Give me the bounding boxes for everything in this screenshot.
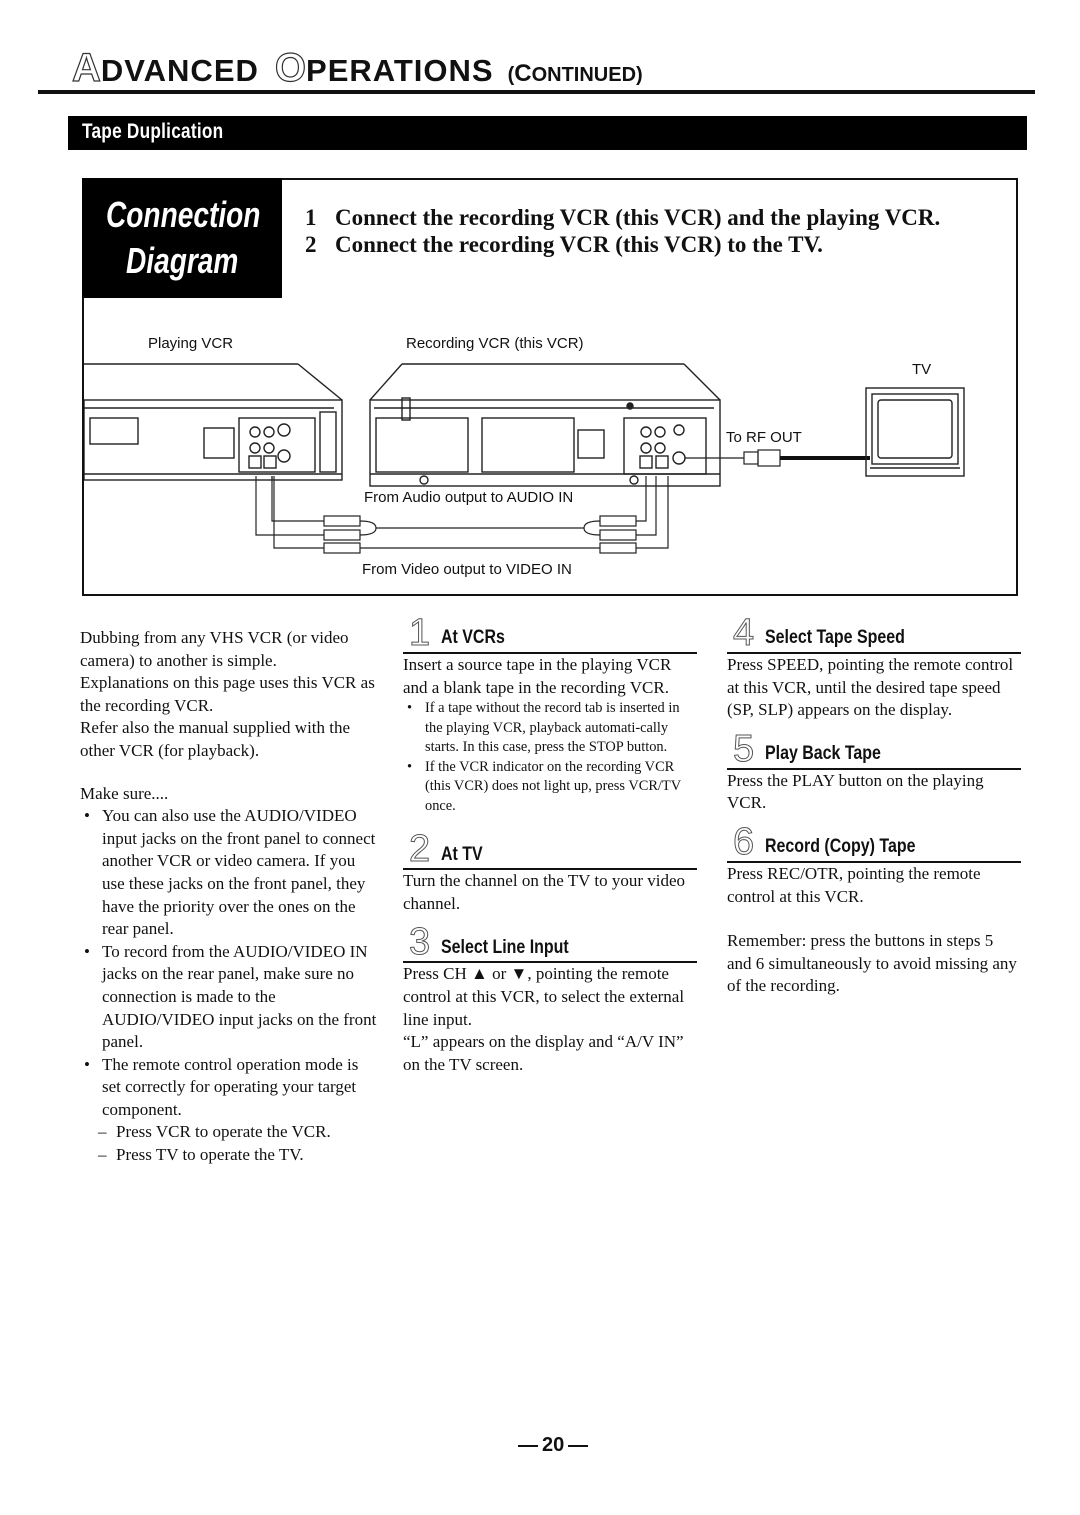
- section-title: Tape Duplication: [82, 120, 224, 143]
- step-3: 3 Select Line Input Press CH ▲ or ▼, poi…: [403, 921, 697, 1076]
- step-4: 4 Select Tape Speed Press SPEED, pointin…: [727, 612, 1021, 722]
- intro-column: Dubbing from any VHS VCR (or video camer…: [80, 627, 380, 1167]
- title-continued: (CONTINUED): [507, 60, 643, 87]
- list-item: If a tape without the record tab is inse…: [403, 699, 697, 758]
- step-title: Play Back Tape: [765, 743, 881, 765]
- make-sure-title: Make sure....: [80, 783, 169, 803]
- label-rf-out: To RF OUT: [726, 429, 802, 446]
- step-number-icon: 3: [408, 921, 431, 964]
- label-recording-vcr: Recording VCR (this VCR): [406, 335, 584, 352]
- step-title: Select Tape Speed: [765, 627, 905, 649]
- connection-step: 1 Connect the recording VCR (this VCR) a…: [305, 205, 941, 230]
- step-2: 2 At TV Turn the channel on the TV to yo…: [403, 828, 697, 915]
- step-notes: If a tape without the record tab is inse…: [403, 699, 697, 816]
- av-cables: [255, 476, 669, 554]
- list-item: The remote control operation mode is set…: [80, 1054, 380, 1122]
- label-tv: TV: [912, 361, 931, 378]
- recording-vcr-illustration: [369, 363, 721, 487]
- connection-label-line1: Connection: [106, 194, 261, 235]
- step-body: Turn the channel on the TV to your video…: [403, 871, 686, 913]
- step-title: At TV: [441, 843, 483, 865]
- page-title: A DVANCED O PERATIONS (CONTINUED): [71, 46, 643, 90]
- rf-cable: [685, 449, 870, 467]
- list-item: To record from the AUDIO/VIDEO IN jacks …: [80, 941, 380, 1054]
- title-initial-a: A: [71, 46, 101, 90]
- connection-steps: 1 Connect the recording VCR (this VCR) a…: [305, 204, 985, 258]
- intro-paragraph: Refer also the manual supplied with the …: [80, 718, 351, 760]
- step-1: 1 At VCRs Insert a source tape in the pl…: [403, 612, 697, 816]
- label-video: From Video output to VIDEO IN: [362, 561, 572, 578]
- list-item: Press TV to operate the TV.: [80, 1144, 380, 1167]
- list-item: You can also use the AUDIO/VIDEO input j…: [80, 805, 380, 941]
- list-item: If the VCR indicator on the recording VC…: [403, 758, 697, 817]
- step-body-note: “L” appears on the display and “A/V IN” …: [403, 1032, 684, 1074]
- section-header: Tape Duplication: [68, 116, 1027, 150]
- step-number-icon: 4: [732, 612, 755, 654]
- step-number-icon: 5: [732, 727, 755, 770]
- steps-column-2: 4 Select Tape Speed Press SPEED, pointin…: [727, 612, 1021, 998]
- page-number: 20: [514, 1434, 592, 1457]
- step-5: 5 Play Back Tape Press the PLAY button o…: [727, 728, 1021, 815]
- connection-diagram-label-box: Connection Diagram: [82, 178, 282, 298]
- title-word-advanced: DVANCED: [100, 53, 259, 88]
- step-6: 6 Record (Copy) Tape Press REC/OTR, poin…: [727, 821, 1021, 908]
- step-body: Press the PLAY button on the playing VCR…: [727, 770, 984, 813]
- remember-note: Remember: press the buttons in steps 5 a…: [727, 931, 1017, 996]
- header-rule: [38, 90, 1035, 94]
- step-title: At VCRs: [441, 627, 505, 649]
- intro-paragraph: Explanations on this page uses this VCR …: [80, 673, 375, 715]
- step-number-icon: 2: [408, 828, 431, 871]
- title-word-operations: PERATIONS: [306, 53, 494, 88]
- step-title: Select Line Input: [441, 936, 569, 958]
- title-initial-o: O: [274, 46, 307, 90]
- playing-vcr-illustration: [84, 363, 343, 481]
- connection-diagram: Playing VCR Recording VCR (this VCR) TV …: [84, 335, 965, 578]
- step-body: Press CH ▲ or ▼, pointing the remote con…: [403, 964, 685, 1029]
- step-number-icon: 6: [732, 820, 755, 863]
- label-playing-vcr: Playing VCR: [148, 335, 233, 352]
- tv-illustration: [865, 387, 965, 477]
- connection-step: 2 Connect the recording VCR (this VCR) t…: [305, 232, 823, 257]
- connection-label-line2: Diagram: [126, 240, 239, 281]
- label-audio: From Audio output to AUDIO IN: [364, 489, 573, 506]
- step-number-icon: 1: [408, 612, 431, 654]
- intro-paragraph: Dubbing from any VHS VCR (or video camer…: [80, 628, 349, 670]
- make-sure-list: You can also use the AUDIO/VIDEO input j…: [80, 805, 380, 1121]
- steps-column-1: 1 At VCRs Insert a source tape in the pl…: [403, 612, 697, 1076]
- remote-mode-list: Press VCR to operate the VCR. Press TV t…: [80, 1121, 380, 1166]
- step-body: Insert a source tape in the playing VCR …: [403, 655, 672, 697]
- step-body: Press SPEED, pointing the remote control…: [727, 655, 1014, 720]
- step-body: Press REC/OTR, pointing the remote contr…: [727, 863, 981, 906]
- list-item: Press VCR to operate the VCR.: [80, 1121, 380, 1144]
- step-title: Record (Copy) Tape: [765, 836, 916, 858]
